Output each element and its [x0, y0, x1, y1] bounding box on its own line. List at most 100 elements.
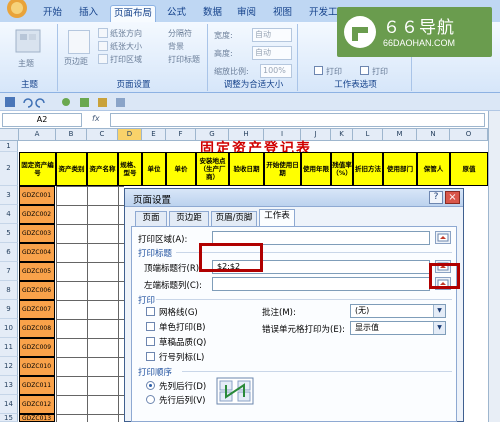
height-select[interactable]: 自动	[252, 46, 292, 60]
column-header-C[interactable]: C	[87, 129, 118, 141]
dialog-titlebar[interactable]: 页面设置 ? ×	[125, 189, 463, 207]
asset-id-cell[interactable]: GDZC009	[19, 338, 55, 357]
row-header-6[interactable]: 6	[0, 243, 18, 262]
tab-header-footer[interactable]: 页眉/页脚	[211, 211, 257, 226]
tab-sheet[interactable]: 工作表	[259, 209, 295, 227]
column-header-E[interactable]: E	[142, 129, 166, 141]
row-header-2[interactable]: 2	[0, 152, 18, 186]
row-header-12[interactable]: 12	[0, 357, 18, 376]
row-header-5[interactable]: 5	[0, 224, 18, 243]
row-header-13[interactable]: 13	[0, 376, 18, 395]
tab-margins[interactable]: 页边距	[169, 211, 209, 226]
tab-review[interactable]: 审阅	[234, 5, 259, 22]
column-header-L[interactable]: L	[353, 129, 383, 141]
column-header-B[interactable]: B	[56, 129, 87, 141]
row-header-1[interactable]: 1	[0, 141, 18, 152]
row-header-4[interactable]: 4	[0, 205, 18, 224]
table-header-cell[interactable]: 折旧方法	[353, 152, 383, 186]
table-header-cell[interactable]: 单价	[166, 152, 196, 186]
table-header-cell[interactable]: 保管人	[417, 152, 450, 186]
name-box[interactable]: A2	[2, 113, 82, 127]
print-area-button[interactable]: 打印区域	[110, 54, 142, 65]
asset-id-cell[interactable]: GDZC011	[19, 376, 55, 395]
asset-id-cell[interactable]: GDZC003	[19, 224, 55, 243]
vertical-scrollbar[interactable]	[488, 111, 500, 422]
asset-id-cell[interactable]: GDZC012	[19, 395, 55, 414]
row-header-14[interactable]: 14	[0, 395, 18, 414]
table-body-grid[interactable]	[56, 186, 124, 422]
table-header-cell[interactable]: 使用部门	[383, 152, 417, 186]
tab-data[interactable]: 数据	[200, 5, 225, 22]
table-header-cell[interactable]: 固定资产编号	[19, 152, 56, 186]
breaks-button[interactable]: 分隔符	[168, 28, 192, 39]
row-header-9[interactable]: 9	[0, 300, 18, 319]
tab-view[interactable]: 视图	[270, 5, 295, 22]
table-header-cell[interactable]: 规格、型号	[118, 152, 142, 186]
asset-id-cell[interactable]: GDZC005	[19, 262, 55, 281]
scale-input[interactable]: 100%	[260, 64, 292, 78]
column-header-M[interactable]: M	[383, 129, 417, 141]
highlight-rows-to-repeat	[199, 243, 263, 272]
margins-button[interactable]: 页边距	[64, 56, 88, 67]
cell-errors-select[interactable]: 显示值 ▼	[350, 321, 446, 335]
margins-icon[interactable]	[68, 30, 90, 54]
print-area-picker-button[interactable]	[435, 231, 451, 244]
column-header-K[interactable]: K	[331, 129, 353, 141]
size-button[interactable]: 纸张大小	[110, 41, 142, 52]
table-header-cell[interactable]: 验收日期	[229, 152, 264, 186]
row-header-8[interactable]: 8	[0, 281, 18, 300]
office-button[interactable]	[2, 0, 32, 22]
gridlines-checkbox[interactable]	[146, 307, 155, 316]
column-header-F[interactable]: F	[166, 129, 196, 141]
tab-home[interactable]: 开始	[40, 5, 65, 22]
asset-id-cell[interactable]: GDZC001	[19, 186, 55, 205]
table-header-cell[interactable]: 资产类别	[56, 152, 87, 186]
table-header-cell[interactable]: 资产名称	[87, 152, 118, 186]
over-then-down-radio[interactable]	[146, 395, 155, 404]
page-setup-group-label: 页面设置	[116, 80, 151, 90]
print-headings-checkbox[interactable]	[360, 66, 369, 75]
down-then-over-radio[interactable]	[146, 381, 155, 390]
asset-id-cell[interactable]: GDZC008	[19, 319, 55, 338]
asset-id-cell[interactable]: GDZC007	[19, 300, 55, 319]
row-col-headings-checkbox[interactable]	[146, 352, 155, 361]
help-button[interactable]: ?	[429, 191, 443, 204]
row-header-3[interactable]: 3	[0, 186, 18, 205]
table-header-cell[interactable]: 单位	[142, 152, 166, 186]
theme-button[interactable]: 主题	[12, 28, 44, 68]
row-header-7[interactable]: 7	[0, 262, 18, 281]
width-select[interactable]: 自动	[252, 28, 292, 42]
tab-insert[interactable]: 插入	[76, 5, 101, 22]
table-header-cell[interactable]: 开始使用日期	[264, 152, 301, 186]
print-gridlines-checkbox[interactable]	[314, 66, 323, 75]
table-header-cell[interactable]: 安装地点（生产厂商）	[196, 152, 229, 186]
column-header-D[interactable]: D	[118, 129, 142, 141]
select-all-corner[interactable]	[0, 129, 19, 141]
columns-to-repeat-input[interactable]	[212, 277, 430, 291]
formula-input[interactable]	[110, 113, 485, 127]
black-and-white-checkbox[interactable]	[146, 322, 155, 331]
draft-quality-checkbox[interactable]	[146, 337, 155, 346]
asset-id-cell[interactable]: GDZC004	[19, 243, 55, 262]
asset-id-cell[interactable]: GDZC010	[19, 357, 55, 376]
print-titles-button[interactable]: 打印标题	[168, 54, 200, 65]
row-header-15[interactable]: 15	[0, 414, 18, 422]
column-header-O[interactable]: O	[450, 129, 488, 141]
tab-page-layout[interactable]: 页面布局	[110, 5, 157, 22]
column-header-N[interactable]: N	[417, 129, 450, 141]
orientation-button[interactable]: 纸张方向	[110, 28, 142, 39]
row-header-10[interactable]: 10	[0, 319, 18, 338]
asset-id-cell[interactable]: GDZC013	[19, 414, 55, 422]
tab-page[interactable]: 页面	[135, 211, 167, 226]
background-button[interactable]: 背景	[168, 41, 184, 52]
close-button[interactable]: ×	[445, 191, 460, 204]
table-header-cell[interactable]: 原值	[450, 152, 488, 186]
column-header-A[interactable]: A	[19, 129, 56, 141]
asset-id-cell[interactable]: GDZC002	[19, 205, 55, 224]
asset-id-cell[interactable]: GDZC006	[19, 281, 55, 300]
table-header-cell[interactable]: 使用年限	[301, 152, 331, 186]
comments-select[interactable]: (无) ▼	[350, 304, 446, 318]
tab-formulas[interactable]: 公式	[164, 5, 189, 22]
table-header-cell[interactable]: 残值率（%）	[331, 152, 353, 186]
row-header-11[interactable]: 11	[0, 338, 18, 357]
